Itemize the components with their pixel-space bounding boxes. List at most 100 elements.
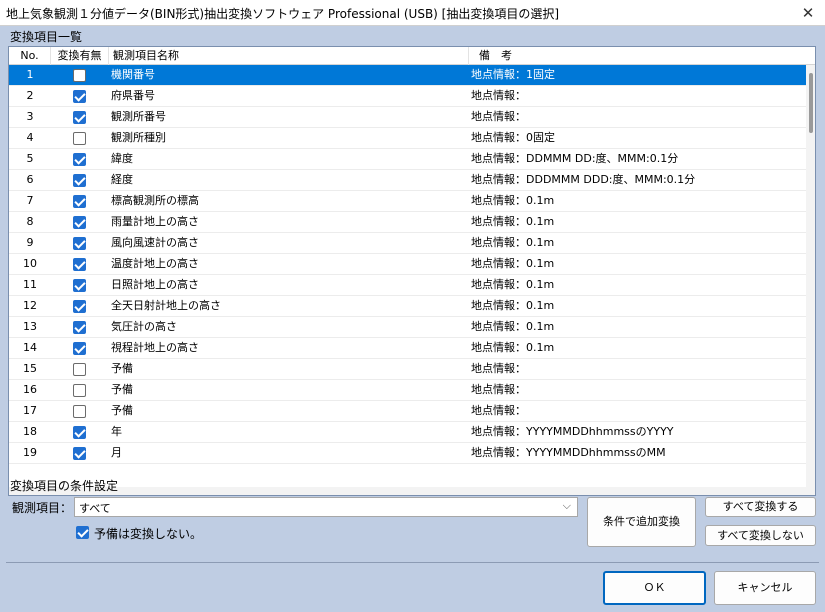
item-note: 地点情報：0.1m <box>471 215 555 228</box>
convert-cell <box>51 380 109 400</box>
table-row[interactable]: 8 雨量計地上の高さ 地点情報：0.1m <box>9 212 806 233</box>
row-number: 3 <box>26 110 34 123</box>
convert-checkbox[interactable] <box>73 90 86 103</box>
close-icon[interactable]: ✕ <box>797 2 819 24</box>
ok-button[interactable]: ＯＫ <box>603 571 706 605</box>
convert-checkbox[interactable] <box>73 384 86 397</box>
cancel-button[interactable]: キャンセル <box>714 571 816 605</box>
item-name: 気圧計の高さ <box>111 320 177 333</box>
skip-reserved-label: 予備は変換しない。 <box>94 527 203 541</box>
row-number: 12 <box>23 299 37 312</box>
table-row[interactable]: 7 標高観測所の標高 地点情報：0.1m <box>9 191 806 212</box>
convert-cell <box>51 254 109 274</box>
table-row[interactable]: 3 観測所番号 地点情報： <box>9 107 806 128</box>
convert-checkbox[interactable] <box>73 321 86 334</box>
convert-cell <box>51 86 109 106</box>
table-row[interactable]: 10 温度計地上の高さ 地点情報：0.1m <box>9 254 806 275</box>
convert-cell <box>51 149 109 169</box>
convert-checkbox[interactable] <box>73 300 86 313</box>
convert-cell <box>51 212 109 232</box>
row-number: 11 <box>23 278 37 291</box>
item-name: 年 <box>111 425 122 438</box>
convert-checkbox[interactable] <box>73 174 86 187</box>
table-row[interactable]: 4 観測所種別 地点情報：0固定 <box>9 128 806 149</box>
table-row[interactable]: 13 気圧計の高さ 地点情報：0.1m <box>9 317 806 338</box>
convert-checkbox[interactable] <box>73 426 86 439</box>
convert-checkbox[interactable] <box>73 195 86 208</box>
item-note: 地点情報： <box>471 404 526 417</box>
item-note: 地点情報：0.1m <box>471 299 555 312</box>
table-row[interactable]: 9 風向風速計の高さ 地点情報：0.1m <box>9 233 806 254</box>
horizontal-scrollbar[interactable] <box>9 487 806 495</box>
convert-checkbox[interactable] <box>73 69 86 82</box>
item-note: 地点情報：DDDMMM DDD:度、MMM:0.1分 <box>471 173 696 186</box>
convert-checkbox[interactable] <box>73 279 86 292</box>
convert-cell <box>51 191 109 211</box>
item-note: 地点情報： <box>471 110 526 123</box>
row-number: 17 <box>23 404 37 417</box>
convert-checkbox[interactable] <box>73 111 86 124</box>
convert-checkbox[interactable] <box>73 153 86 166</box>
item-name: 予備 <box>111 404 133 417</box>
row-number: 18 <box>23 425 37 438</box>
column-header-note[interactable]: 備 考 <box>469 47 806 65</box>
convert-checkbox[interactable] <box>73 342 86 355</box>
item-list[interactable]: No. 変換有無 観測項目名称 備 考 1 機関番号 地点情報：1固定 2 府県番号 地点… <box>8 46 816 496</box>
table-row[interactable]: 17 予備 地点情報： <box>9 401 806 422</box>
row-number: 2 <box>26 89 34 102</box>
skip-reserved-checkbox[interactable] <box>76 526 89 539</box>
item-note: 地点情報：0.1m <box>471 341 555 354</box>
table-row[interactable]: 6 経度 地点情報：DDDMMM DDD:度、MMM:0.1分 <box>9 170 806 191</box>
item-note: 地点情報：YYYYMMDDhhmmssのYYYY <box>471 425 674 438</box>
table-row[interactable]: 5 緯度 地点情報：DDMMM DD:度、MMM:0.1分 <box>9 149 806 170</box>
table-row[interactable]: 12 全天日射計地上の高さ 地点情報：0.1m <box>9 296 806 317</box>
convert-checkbox[interactable] <box>73 237 86 250</box>
convert-none-button[interactable]: すべて変換しない <box>705 525 816 546</box>
item-note: 地点情報：0固定 <box>471 131 555 144</box>
observation-select[interactable]: すべて ⌵ <box>74 497 578 517</box>
table-row[interactable]: 1 機関番号 地点情報：1固定 <box>9 65 806 86</box>
row-number: 8 <box>26 215 34 228</box>
row-number: 19 <box>23 446 37 459</box>
convert-checkbox[interactable] <box>73 363 86 376</box>
table-row[interactable]: 15 予備 地点情報： <box>9 359 806 380</box>
table-row[interactable]: 16 予備 地点情報： <box>9 380 806 401</box>
item-name: 緯度 <box>111 152 133 165</box>
item-name: 風向風速計の高さ <box>111 236 199 249</box>
column-header-no[interactable]: No. <box>9 47 51 65</box>
item-name: 予備 <box>111 362 133 375</box>
convert-checkbox[interactable] <box>73 132 86 145</box>
footer-separator <box>6 562 819 563</box>
table-row[interactable]: 18 年 地点情報：YYYYMMDDhhmmssのYYYY <box>9 422 806 443</box>
list-header: No. 変換有無 観測項目名称 備 考 <box>9 47 815 65</box>
scroll-thumb[interactable] <box>809 73 813 133</box>
row-number: 14 <box>23 341 37 354</box>
item-note: 地点情報：1固定 <box>471 68 555 81</box>
convert-checkbox[interactable] <box>73 258 86 271</box>
convert-checkbox[interactable] <box>73 216 86 229</box>
convert-cell <box>51 401 109 421</box>
column-header-convert[interactable]: 変換有無 <box>51 47 109 65</box>
column-header-name[interactable]: 観測項目名称 <box>109 47 469 65</box>
convert-checkbox[interactable] <box>73 405 86 418</box>
row-number: 10 <box>23 257 37 270</box>
row-number: 15 <box>23 362 37 375</box>
table-row[interactable]: 14 視程計地上の高さ 地点情報：0.1m <box>9 338 806 359</box>
add-conversion-button[interactable]: 条件で追加変換 <box>587 497 696 547</box>
item-note: 地点情報：0.1m <box>471 236 555 249</box>
item-name: 日照計地上の高さ <box>111 278 199 291</box>
table-row[interactable]: 11 日照計地上の高さ 地点情報：0.1m <box>9 275 806 296</box>
convert-checkbox[interactable] <box>73 447 86 460</box>
list-section-label: 変換項目一覧 <box>10 30 83 44</box>
table-row[interactable]: 2 府県番号 地点情報： <box>9 86 806 107</box>
convert-cell <box>51 65 109 85</box>
row-number: 4 <box>26 131 34 144</box>
row-number: 1 <box>26 68 34 81</box>
conditions-section-label: 変換項目の条件設定 <box>10 479 119 493</box>
vertical-scrollbar[interactable] <box>806 65 815 495</box>
item-name: 機関番号 <box>111 68 155 81</box>
item-name: 視程計地上の高さ <box>111 341 199 354</box>
table-row[interactable]: 19 月 地点情報：YYYYMMDDhhmmssのMM <box>9 443 806 464</box>
item-name: 観測所種別 <box>111 131 166 144</box>
convert-all-button[interactable]: すべて変換する <box>705 497 816 517</box>
